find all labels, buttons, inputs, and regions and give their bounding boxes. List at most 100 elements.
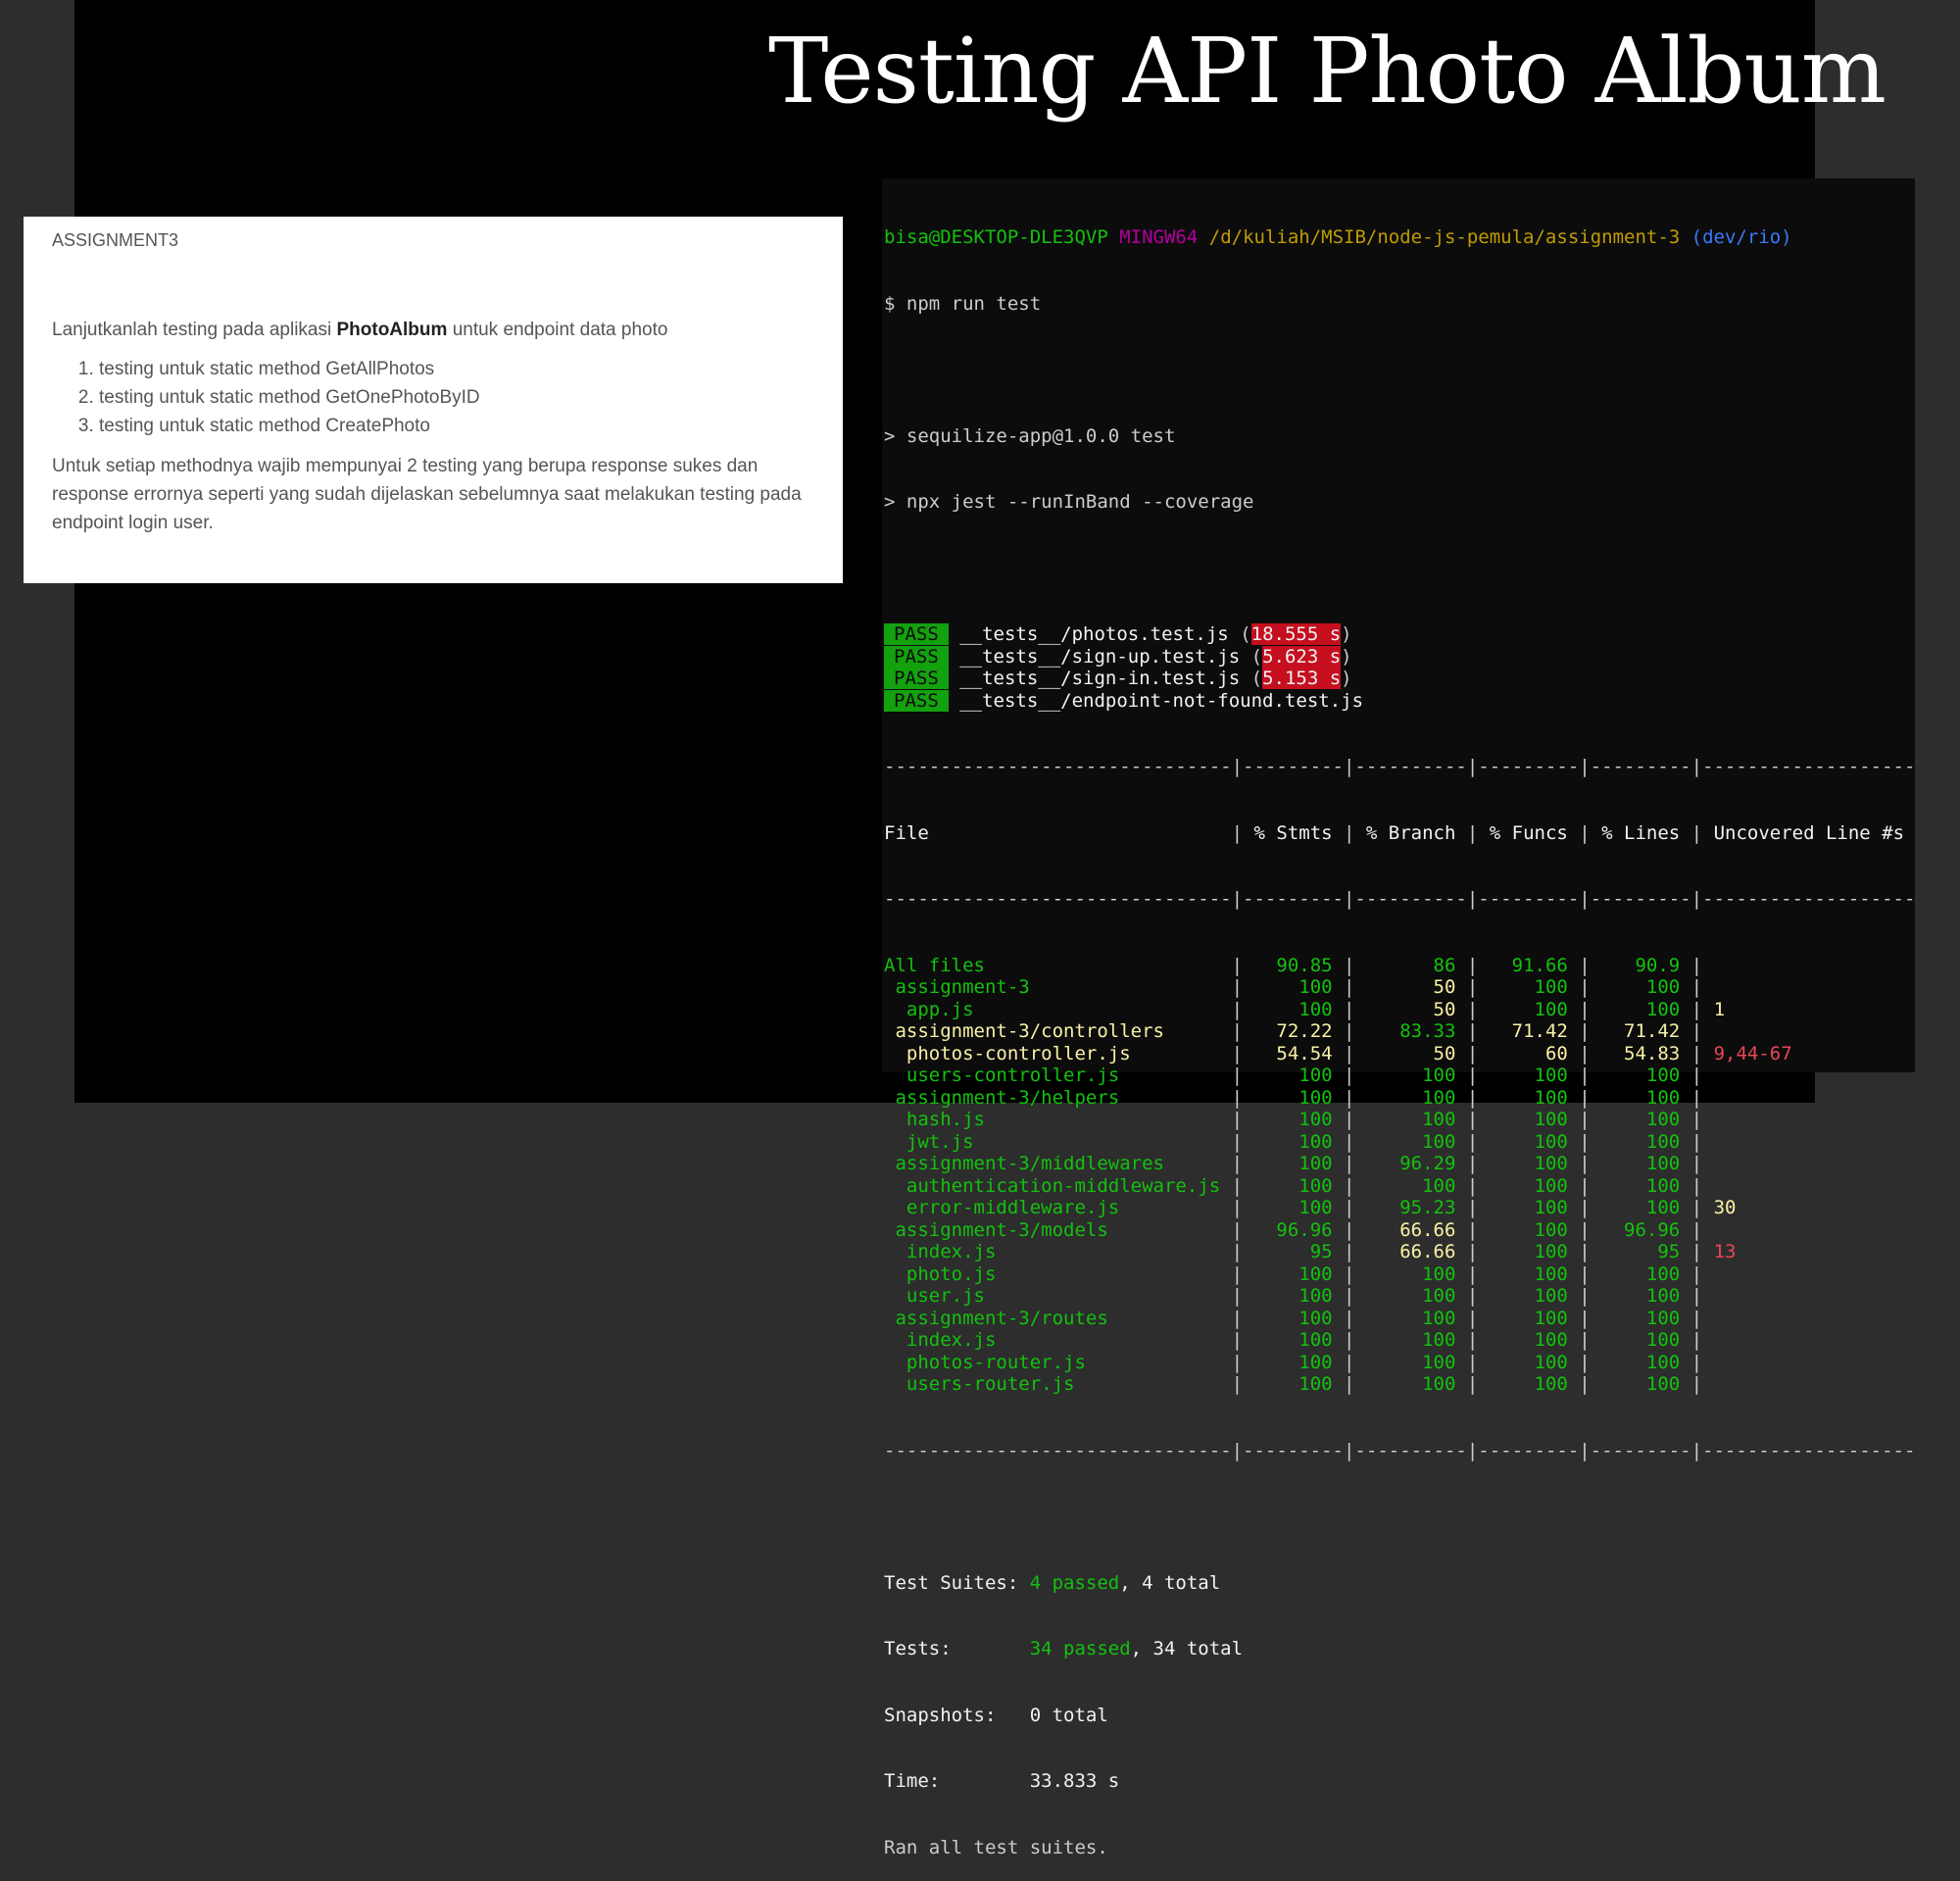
col-sep: | — [1344, 1086, 1355, 1109]
col-sep: | — [1690, 1086, 1703, 1109]
test-result-line: PASS __tests__/sign-in.test.js (5.153 s) — [884, 668, 1915, 690]
col-sep: | — [1344, 1130, 1355, 1153]
row-branch: 100 — [1354, 1130, 1467, 1153]
intro-text: Lanjutkanlah testing pada aplikasi — [52, 320, 337, 340]
col-sep: | — [1344, 954, 1355, 976]
col-sep: | — [1231, 1086, 1244, 1109]
col-sep: | — [1690, 1262, 1703, 1285]
row-lines: 54.83 — [1590, 1042, 1691, 1064]
row-lines: 96.96 — [1590, 1218, 1691, 1241]
row-stmts: 100 — [1243, 1373, 1345, 1395]
row-funcs: 60 — [1478, 1042, 1580, 1064]
intro-bold: PhotoAlbum — [336, 320, 448, 340]
table-row: assignment-3/controllers | 72.22 | 83.33… — [884, 1020, 1915, 1043]
row-branch: 100 — [1354, 1086, 1467, 1109]
col-sep: | — [1690, 998, 1703, 1020]
row-file: assignment-3 — [884, 976, 1232, 998]
col-sep: | — [1690, 1329, 1703, 1351]
col-sep: | — [1231, 998, 1244, 1020]
row-file: users-controller.js — [884, 1064, 1232, 1086]
row-funcs: 100 — [1478, 1262, 1580, 1285]
header-stmts: % Stmts — [1243, 821, 1345, 844]
row-uncovered — [1702, 1064, 1713, 1086]
col-sep: | — [1690, 1218, 1703, 1241]
coverage-table: All files | 90.85 | 86 | 91.66 | 90.9 | … — [884, 955, 1915, 1396]
assignment-list: testing untuk static method GetAllPhotos… — [52, 355, 814, 440]
col-sep: | — [1231, 1285, 1244, 1307]
row-branch: 100 — [1354, 1307, 1467, 1329]
row-file: index.js — [884, 1241, 1232, 1262]
row-lines: 100 — [1590, 1197, 1691, 1218]
row-uncovered — [1702, 1020, 1713, 1042]
row-lines: 100 — [1590, 1285, 1691, 1307]
row-stmts: 100 — [1243, 1329, 1345, 1351]
row-funcs: 100 — [1478, 1153, 1580, 1174]
row-uncovered — [1702, 1175, 1713, 1197]
col-sep: | — [1344, 1351, 1355, 1373]
row-lines: 95 — [1590, 1241, 1691, 1262]
row-branch: 50 — [1354, 976, 1467, 998]
row-funcs: 100 — [1478, 1373, 1580, 1395]
row-lines: 100 — [1590, 1351, 1691, 1373]
col-sep: | — [1231, 954, 1244, 976]
col-sep: | — [1579, 1153, 1591, 1174]
col-sep: | — [1466, 1197, 1479, 1218]
col-sep: | — [1579, 1020, 1591, 1042]
col-sep: | — [1466, 1285, 1479, 1307]
pass-badge: PASS — [884, 645, 949, 668]
table-row: authentication-middleware.js | 100 | 100… — [884, 1175, 1915, 1198]
table-row: assignment-3/middlewares | 100 | 96.29 |… — [884, 1153, 1915, 1175]
col-sep: | — [1344, 1373, 1355, 1395]
col-sep: | — [1344, 821, 1355, 844]
col-sep: | — [1466, 1307, 1479, 1329]
col-sep: | — [1690, 1153, 1703, 1174]
col-sep: | — [1690, 1307, 1703, 1329]
row-stmts: 100 — [1243, 1197, 1345, 1218]
row-uncovered: 30 — [1702, 1197, 1737, 1218]
row-file: hash.js — [884, 1109, 1232, 1130]
row-lines: 100 — [1590, 976, 1691, 998]
col-sep: | — [1579, 1241, 1591, 1262]
row-file: assignment-3/models — [884, 1218, 1232, 1241]
header-funcs: % Funcs — [1478, 821, 1580, 844]
col-sep: | — [1690, 1130, 1703, 1153]
row-funcs: 100 — [1478, 1086, 1580, 1109]
prompt-user: bisa@DESKTOP-DLE3QVP — [884, 226, 1108, 248]
row-branch: 66.66 — [1354, 1218, 1467, 1241]
col-sep: | — [1579, 1285, 1591, 1307]
row-stmts: 100 — [1243, 1307, 1345, 1329]
col-sep: | — [1466, 1109, 1479, 1130]
row-lines: 100 — [1590, 1373, 1691, 1395]
summary-total: , 34 total — [1130, 1638, 1244, 1659]
col-sep: | — [1579, 1064, 1591, 1086]
test-results: PASS __tests__/photos.test.js (18.555 s)… — [884, 623, 1915, 712]
summary-label: Tests: — [884, 1638, 1030, 1659]
row-uncovered — [1702, 1373, 1713, 1395]
row-file: assignment-3/middlewares — [884, 1153, 1232, 1174]
col-sep: | — [1344, 1329, 1355, 1351]
row-stmts: 90.85 — [1243, 954, 1345, 976]
row-branch: 100 — [1354, 1262, 1467, 1285]
assignment-note: Untuk setiap methodnya wajib mempunyai 2… — [52, 456, 802, 533]
col-sep: | — [1231, 1241, 1244, 1262]
terminal-window[interactable]: bisa@DESKTOP-DLE3QVP MINGW64 /d/kuliah/M… — [882, 178, 1915, 1858]
row-branch: 66.66 — [1354, 1241, 1467, 1262]
col-sep: | — [1466, 954, 1479, 976]
col-sep: | — [1690, 1174, 1703, 1197]
row-funcs: 100 — [1478, 1285, 1580, 1307]
pass-badge: PASS — [884, 623, 949, 645]
col-sep: | — [1231, 1064, 1244, 1086]
row-file: photos-router.js — [884, 1351, 1232, 1373]
list-item: testing untuk static method GetOnePhotoB… — [99, 383, 814, 412]
col-sep: | — [1579, 1351, 1591, 1373]
summary-passed: 34 passed — [1029, 1638, 1131, 1659]
assignment-heading: ASSIGNMENT3 — [52, 230, 179, 250]
col-sep: | — [1466, 1064, 1479, 1086]
summary-suites: Test Suites: 4 passed, 4 total — [884, 1572, 1915, 1595]
row-branch: 100 — [1354, 1329, 1467, 1351]
row-stmts: 100 — [1243, 1064, 1345, 1086]
header-uncovered: Uncovered Line #s — [1702, 821, 1905, 844]
test-result-line: PASS __tests__/endpoint-not-found.test.j… — [884, 689, 1915, 713]
